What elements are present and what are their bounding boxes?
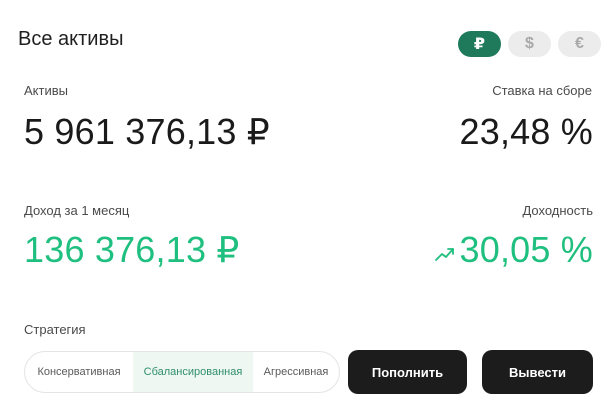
yield-label: Доходность (522, 203, 593, 218)
topup-button[interactable]: Пополнить (348, 350, 467, 394)
strategy-option-aggressive[interactable]: Агрессивная (253, 352, 339, 392)
currency-usd-button[interactable]: $ (508, 31, 551, 57)
collection-rate-value: 23,48 % (459, 111, 593, 152)
assets-label: Активы (24, 83, 68, 98)
strategy-label: Стратегия (24, 322, 86, 337)
trend-up-icon (434, 248, 454, 261)
strategy-option-balanced[interactable]: Сбалансированная (133, 352, 253, 392)
yield-value: 30,05 % (459, 229, 593, 270)
yield-row: 30,05 % (434, 229, 594, 271)
strategy-option-conservative[interactable]: Консервативная (25, 352, 133, 392)
currency-eur-button[interactable]: € (558, 31, 601, 57)
monthly-income-value: 136 376,13 ₽ (24, 229, 240, 270)
assets-value: 5 961 376,13 ₽ (24, 111, 270, 152)
withdraw-button[interactable]: Вывести (482, 350, 593, 394)
currency-rub-button[interactable]: ₽ (458, 31, 501, 57)
collection-rate-label: Ставка на сборе (492, 83, 592, 98)
page-title: Все активы (18, 28, 124, 50)
strategy-selector: Консервативная Сбалансированная Агрессив… (24, 351, 340, 393)
currency-switcher: ₽ $ € (458, 31, 601, 57)
monthly-income-label: Доход за 1 месяц (24, 203, 130, 218)
